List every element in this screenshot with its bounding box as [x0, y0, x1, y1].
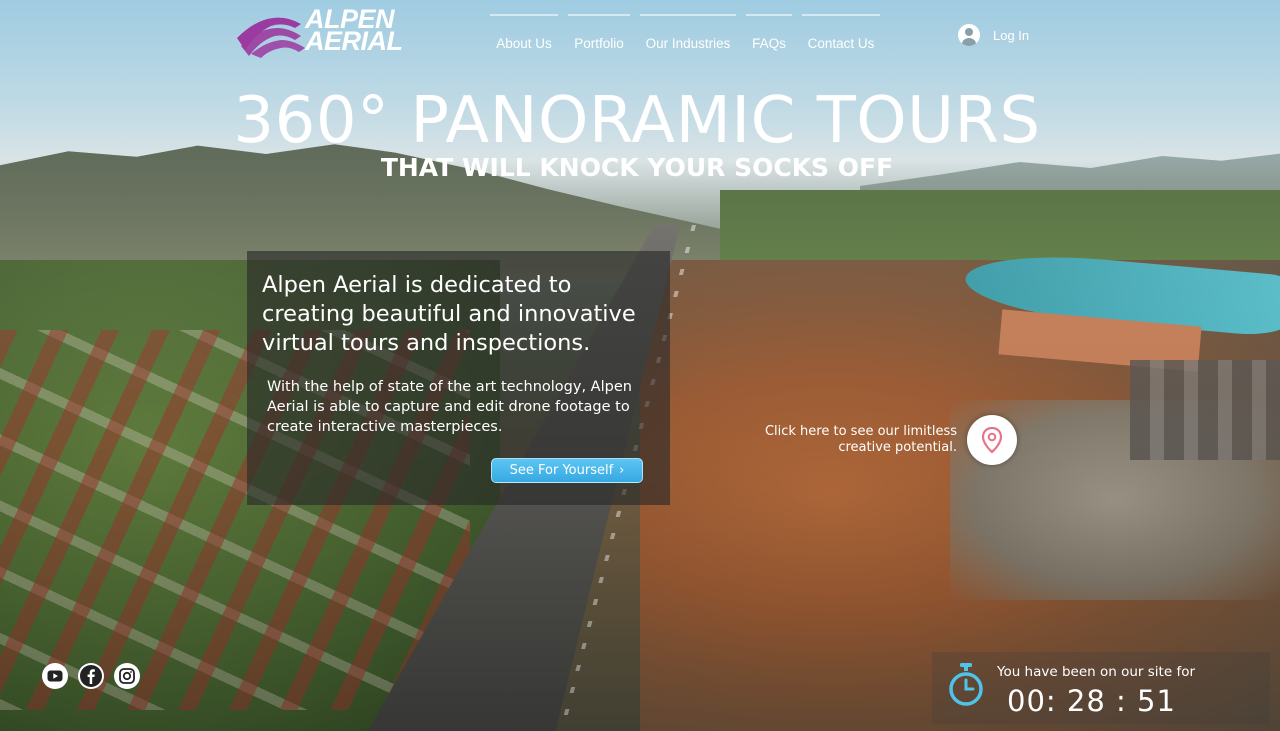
- hotspot-pin-button[interactable]: [967, 415, 1017, 465]
- youtube-glyph: [47, 670, 63, 682]
- facebook-icon[interactable]: [78, 663, 104, 689]
- chevron-right-icon: ›: [619, 463, 625, 478]
- nav-item-portfolio[interactable]: Portfolio: [568, 14, 630, 56]
- logo-wordmark: ALPEN AERIAL: [305, 6, 403, 56]
- hero-title: 360° PANORAMIC TOURS: [233, 84, 1041, 158]
- main-nav: About Us Portfolio Our Industries FAQs C…: [490, 14, 890, 56]
- nav-item-contact-us[interactable]: Contact Us: [802, 14, 880, 56]
- social-bar: [42, 663, 150, 689]
- brand-logo[interactable]: ALPEN AERIAL: [235, 6, 415, 60]
- cta-label: See For Yourself: [509, 463, 614, 478]
- time-on-site-widget: You have been on our site for 00: 28 : 5…: [932, 652, 1270, 724]
- nav-item-our-industries[interactable]: Our Industries: [640, 14, 736, 56]
- instagram-icon[interactable]: [114, 663, 140, 689]
- hotspot-text: Click here to see our limitless creative…: [764, 424, 957, 455]
- login-label: Log In: [993, 27, 1030, 43]
- user-avatar-icon: [958, 24, 980, 46]
- timer-value: 00: 28 : 51: [1007, 684, 1176, 718]
- facebook-glyph: [80, 665, 102, 687]
- youtube-icon[interactable]: [42, 663, 68, 689]
- intro-panel: Alpen Aerial is dedicated to creating be…: [247, 251, 670, 505]
- panel-body: With the help of state of the art techno…: [267, 379, 632, 435]
- instagram-glyph: [119, 668, 135, 684]
- logo-line-2: AERIAL: [305, 26, 403, 56]
- map-pin-icon: [981, 427, 1003, 453]
- stopwatch-icon: [949, 663, 983, 706]
- nav-item-about-us[interactable]: About Us: [490, 14, 558, 56]
- login-button[interactable]: Log In: [958, 24, 1029, 46]
- timer-label: You have been on our site for: [997, 664, 1196, 680]
- hero-subtitle: THAT WILL KNOCK YOUR SOCKS OFF: [380, 153, 894, 182]
- nav-item-faqs[interactable]: FAQs: [746, 14, 792, 56]
- see-for-yourself-button[interactable]: See For Yourself ›: [491, 458, 643, 483]
- logo-mountain-icon: [237, 17, 305, 58]
- panel-heading: Alpen Aerial is dedicated to creating be…: [262, 272, 636, 356]
